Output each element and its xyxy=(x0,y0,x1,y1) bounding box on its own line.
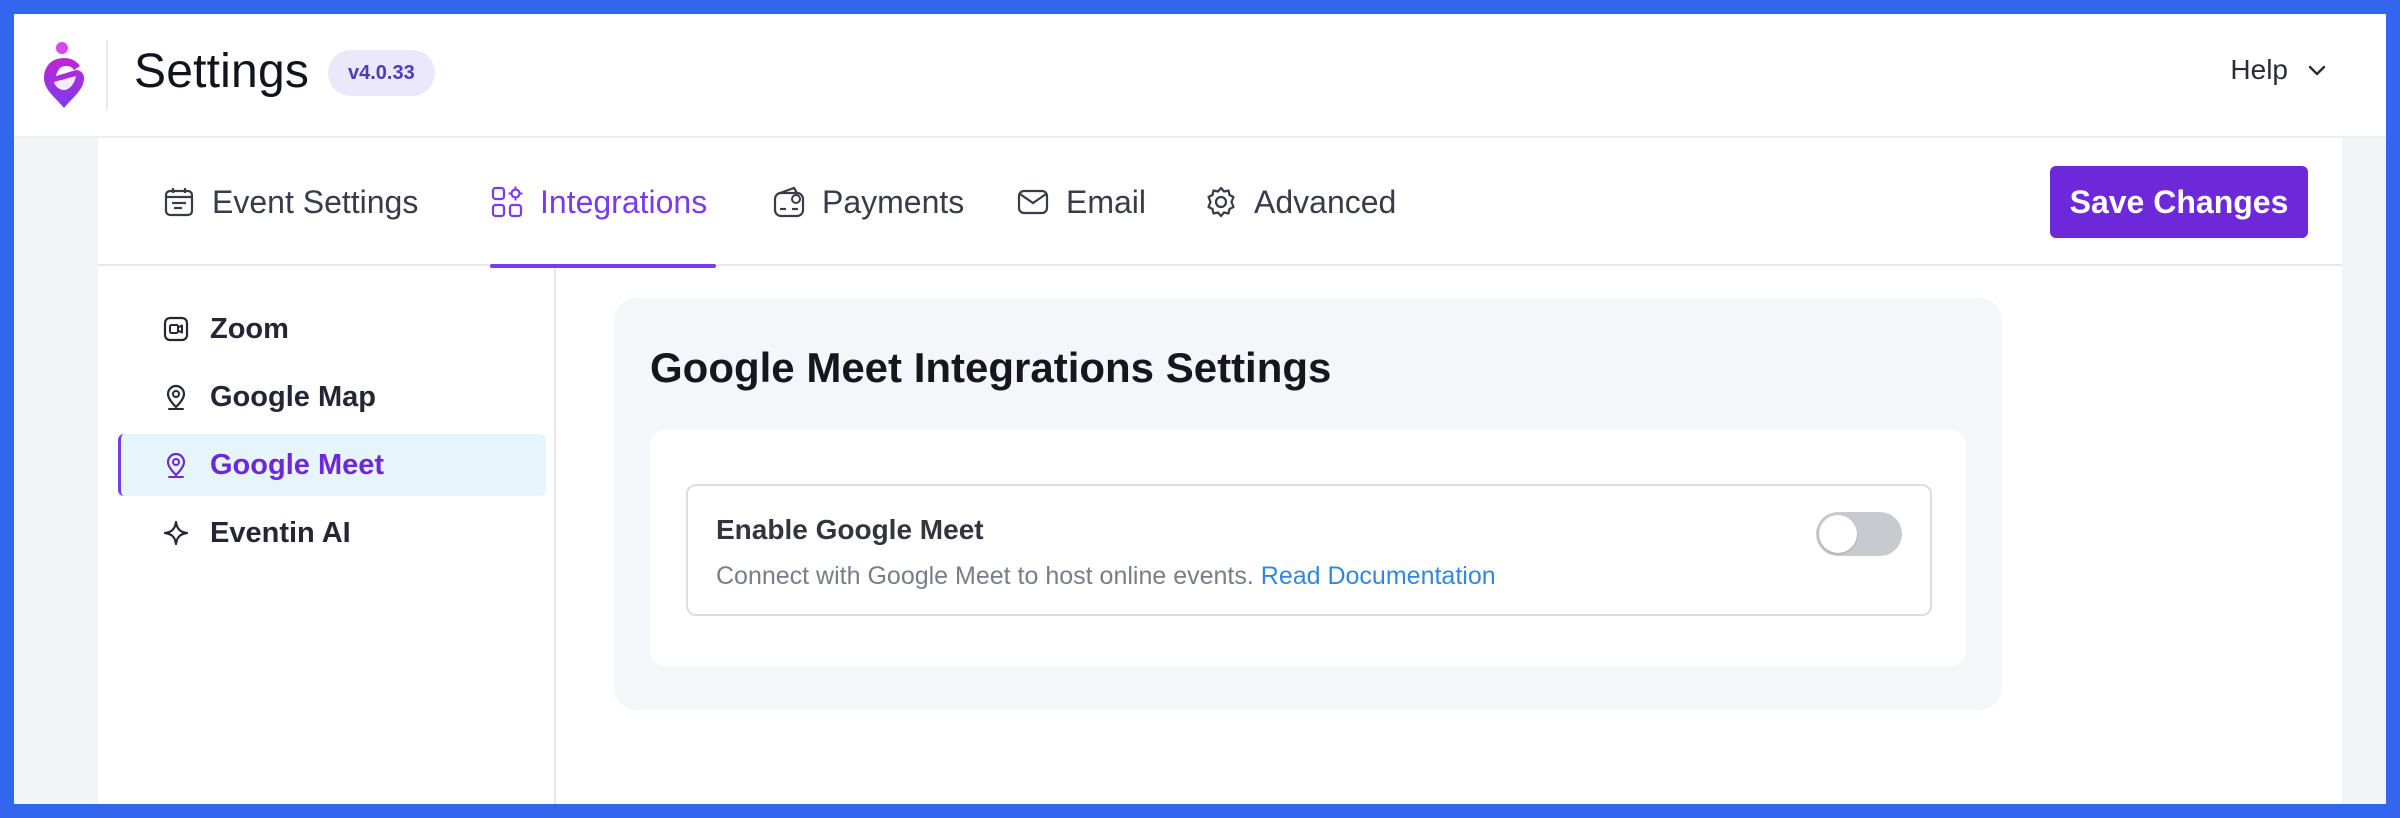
chevron-down-icon xyxy=(2308,65,2326,76)
sidebar-item-label: Eventin AI xyxy=(210,516,351,549)
tab-label: Email xyxy=(1066,183,1147,220)
sidebar-item-label: Zoom xyxy=(210,312,289,345)
header-divider xyxy=(106,40,108,110)
app-window: Settings v4.0.33 Help Event Settings Int… xyxy=(14,14,2386,804)
help-menu[interactable]: Help xyxy=(2230,54,2328,86)
sidebar-item-label: Google Meet xyxy=(210,448,385,481)
sidebar-item-google-meet[interactable]: Google Meet xyxy=(118,434,546,496)
sidebar-item-zoom[interactable]: Zoom xyxy=(118,298,546,360)
video-icon xyxy=(163,316,189,342)
settings-panel: Event Settings Integrations Payments Ema… xyxy=(98,138,2342,804)
version-badge: v4.0.33 xyxy=(328,50,435,96)
setting-description: Connect with Google Meet to host online … xyxy=(716,562,1496,591)
setting-description-text: Connect with Google Meet to host online … xyxy=(716,562,1261,590)
wallet-icon xyxy=(773,186,805,218)
tab-bar: Event Settings Integrations Payments Ema… xyxy=(98,138,2342,268)
tab-event-settings[interactable]: Event Settings xyxy=(162,138,418,266)
toggle-knob xyxy=(1819,515,1857,553)
tab-email[interactable]: Email xyxy=(1016,138,1146,266)
help-label: Help xyxy=(2230,54,2288,85)
tab-label: Integrations xyxy=(540,183,708,220)
map-pin-icon xyxy=(166,384,186,410)
top-header: Settings v4.0.33 Help xyxy=(14,14,2386,138)
mail-icon xyxy=(1017,189,1049,215)
section-title: Google Meet Integrations Settings xyxy=(650,344,1332,391)
sidebar-item-eventin-ai[interactable]: Eventin AI xyxy=(118,502,546,564)
sidebar-item-google-map[interactable]: Google Map xyxy=(118,366,546,428)
tab-payments[interactable]: Payments xyxy=(772,138,964,266)
read-documentation-link[interactable]: Read Documentation xyxy=(1261,562,1496,590)
page-title: Settings xyxy=(134,45,310,98)
integrations-sidebar: Zoom Google Map Google Meet Eventin AI xyxy=(98,268,556,804)
enable-google-meet-setting: Enable Google Meet Connect with Google M… xyxy=(686,484,1932,616)
integration-settings-card: Google Meet Integrations Settings Enable… xyxy=(614,298,2002,710)
settings-container: Enable Google Meet Connect with Google M… xyxy=(650,430,1966,666)
eventin-logo xyxy=(44,42,84,108)
tab-integrations[interactable]: Integrations xyxy=(490,138,716,268)
tab-advanced[interactable]: Advanced xyxy=(1204,138,1396,266)
sidebar-item-label: Google Map xyxy=(210,380,376,413)
tab-label: Payments xyxy=(822,183,965,220)
setting-label: Enable Google Meet xyxy=(716,514,984,545)
gear-icon xyxy=(1207,186,1235,218)
tab-label: Advanced xyxy=(1254,183,1397,220)
tab-label: Event Settings xyxy=(212,183,419,220)
map-pin-icon xyxy=(166,452,186,478)
enable-google-meet-toggle[interactable] xyxy=(1816,512,1902,556)
save-changes-button[interactable]: Save Changes xyxy=(2050,166,2308,238)
sparkle-icon xyxy=(163,520,189,546)
apps-icon xyxy=(491,186,523,218)
calendar-icon xyxy=(164,188,194,217)
